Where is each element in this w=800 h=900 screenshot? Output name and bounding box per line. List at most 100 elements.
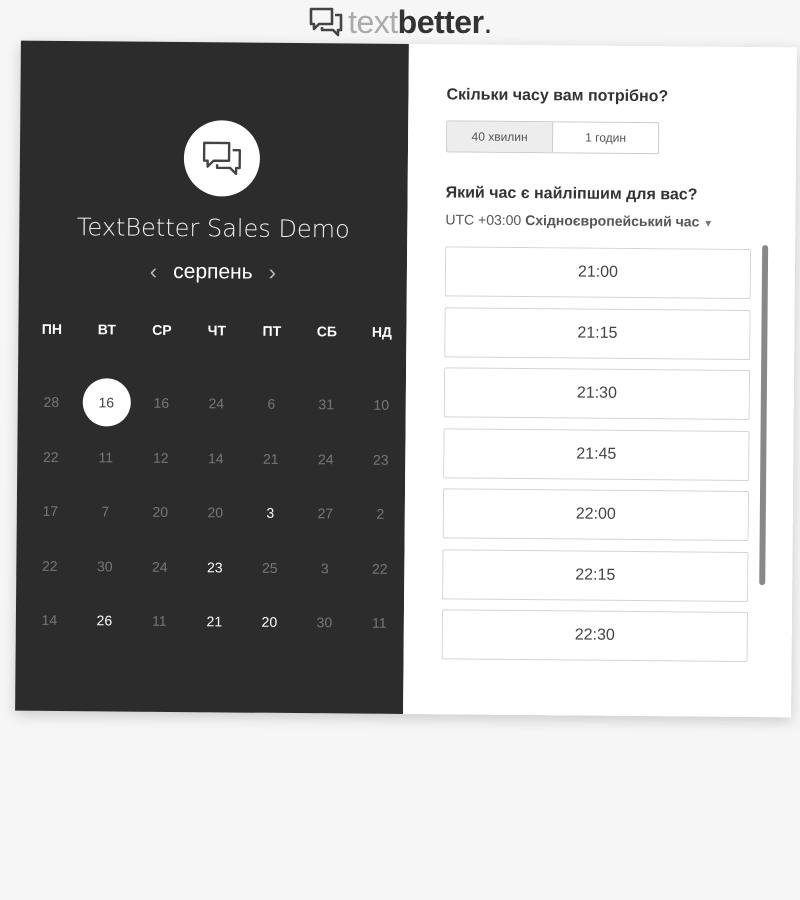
time-question: Який час є найліпшим для вас? [445,184,698,204]
calendar-day-number: 3 [266,505,275,522]
time-slot-button[interactable]: 22:30 [441,609,748,662]
time-selection-panel: Скільки часу вам потрібно? 40 хвилин 1 г… [403,44,797,718]
calendar-day: 23 [353,432,408,487]
calendar-day-number: 25 [261,559,278,576]
calendar-panel: TextBetter Sales Demo ‹ серпень › ПН ВТ СР… [15,40,412,714]
duration-toggle: 40 хвилин 1 годин [445,120,660,155]
calendar-day: 25 [242,540,297,595]
calendar-day-number: 20 [261,613,278,631]
booking-card: TextBetter Sales Demo ‹ серпень › ПН ВТ СР… [15,40,797,718]
calendar-day: 12 [133,430,188,485]
time-slot-button[interactable]: 21:00 [444,246,752,300]
calendar-day: 7 [78,484,133,539]
chevron-left-icon[interactable]: ‹ [150,259,158,284]
calendar-day-number: 31 [318,396,335,413]
calendar-grid: 28 16 16 24 6 31 10 22 11 12 14 21 24 23 17 7 20 20 3 27 2 22… [22,375,409,651]
calendar-day-number: 23 [206,559,223,576]
calendar-day: 14 [22,593,77,648]
calendar-day: 11 [78,430,133,485]
brand-header: textbetter. [0,0,800,44]
calendar-day-number: 30 [96,558,113,575]
calendar-day: 24 [189,376,244,431]
time-slot-button[interactable]: 21:30 [443,367,751,421]
calendar-day-number: 23 [372,451,389,468]
calendar-day-available[interactable]: 23 [187,540,242,595]
calendar-day-number: 21 [262,450,279,467]
time-slot-button[interactable]: 21:15 [444,306,751,360]
calendar-day-number: 11 [152,613,167,630]
calendar-day-number: 22 [371,560,388,577]
duration-option-1hour[interactable]: 1 годин [553,122,658,153]
weekday-label: ВТ [97,321,117,338]
calendar-day: 6 [244,377,299,432]
brand-dot: . [483,4,493,40]
calendar-day-available[interactable]: 21 [187,594,242,649]
weekday-label: СР [152,321,172,338]
calendar-day-available[interactable]: 26 [77,593,132,648]
calendar-day-number: 16 [153,395,170,412]
time-slot-list: 21:00 21:15 21:30 21:45 22:00 22:15 22:30 [441,246,752,667]
calendar-day: 30 [297,595,352,650]
company-avatar [183,120,261,197]
calendar-day-selected[interactable]: 16 [79,375,134,430]
time-slot-button[interactable]: 21:45 [443,427,750,481]
weekday-header: ПН ВТ СР ЧТ ПТ СБ НД [18,321,412,340]
calendar-day-number: 11 [372,614,387,632]
calendar-day-number: 20 [207,504,224,521]
calendar-day-number: 7 [101,503,110,520]
calendar-day: 17 [23,484,78,539]
calendar-day: 24 [132,539,187,594]
brand-logo[interactable]: textbetter. [308,6,492,38]
slot-list-scrollbar[interactable] [759,245,769,586]
calendar-day: 31 [299,377,354,432]
calendar-day: 22 [352,541,407,596]
calendar-day: 21 [243,431,298,486]
calendar-day: 22 [23,429,78,484]
calendar-day-number: 26 [96,612,113,629]
weekday-label: ПТ [262,322,282,339]
chat-bubbles-icon [202,141,241,176]
calendar-day-number: 6 [267,396,276,413]
calendar-day: 11 [352,596,407,651]
calendar-day-number: 24 [151,558,168,575]
timezone-name: Східноєвропейський час [525,212,700,230]
calendar-day-number: 11 [98,449,114,466]
weekday-label: НД [371,323,393,340]
calendar-day: 22 [22,538,77,593]
calendar-day-number: 21 [206,613,223,630]
calendar-day: 14 [188,431,243,486]
chevron-right-icon[interactable]: › [269,260,277,285]
weekday-label: ЧТ [207,322,227,339]
timezone-selector[interactable]: UTC +03:00 Східноєвропейський час ▼ [445,211,713,229]
time-slot-button[interactable]: 22:00 [442,488,750,541]
month-label: серпень [173,259,253,284]
calendar-day: 2 [353,487,408,542]
calendar-day-number: 16 [82,378,131,427]
calendar-day-number: 14 [207,450,224,467]
brand-wordmark: textbetter. [348,6,492,38]
calendar-day-number: 3 [320,560,329,577]
calendar-day-number: 24 [208,395,225,412]
time-slot-button[interactable]: 22:15 [442,548,749,602]
calendar-day-number: 14 [41,612,58,629]
weekday-label: ПН [41,320,63,337]
timezone-offset: UTC +03:00 [445,211,522,228]
calendar-day-available[interactable]: 3 [243,486,298,541]
calendar-day-number: 20 [152,504,169,521]
calendar-day-number: 12 [152,449,169,466]
calendar-day-number: 28 [43,394,60,411]
calendar-day: 28 [24,375,79,430]
caret-down-icon: ▼ [703,218,714,230]
calendar-day-number: 22 [42,448,59,465]
calendar-day-number: 17 [42,503,59,520]
calendar-day: 16 [134,376,189,431]
calendar-day: 10 [354,378,409,433]
calendar-day-available[interactable]: 20 [242,595,297,650]
calendar-day: 27 [298,486,353,541]
calendar-day: 20 [188,485,243,540]
calendar-day-number: 24 [317,450,334,468]
duration-question: Скільки часу вам потрібно? [446,86,669,106]
duration-option-40min[interactable]: 40 хвилин [446,121,554,153]
event-title: TextBetter Sales Demo [76,213,350,244]
chat-bubbles-icon [309,7,343,37]
